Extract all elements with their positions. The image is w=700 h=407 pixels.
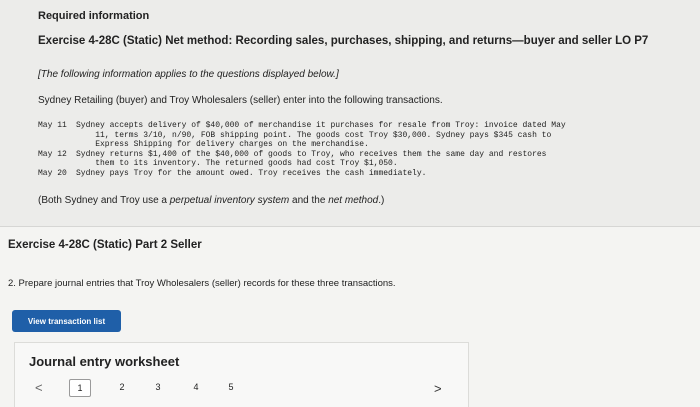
transaction-line: them to its inventory. The returned good… <box>76 159 398 169</box>
inventory-method-note: (Both Sydney and Troy use a perpetual in… <box>38 195 384 206</box>
transaction-line: Express Shipping for delivery charges on… <box>76 140 369 150</box>
page-4-button[interactable]: 4 <box>186 379 206 395</box>
exercise-title: Exercise 4-28C (Static) Net method: Reco… <box>38 35 649 47</box>
transaction-date: May 11 <box>38 121 67 130</box>
note-suffix: .) <box>378 195 385 206</box>
note-perpetual: perpetual inventory system <box>169 195 290 206</box>
part-title: Exercise 4-28C (Static) Part 2 Seller <box>8 239 202 251</box>
transaction-line: Sydney pays Troy for the amount owed. Tr… <box>76 168 427 178</box>
part-instruction: 2. Prepare journal entries that Troy Who… <box>8 278 396 289</box>
required-info-panel: Required information Exercise 4-28C (Sta… <box>0 0 700 227</box>
intro-text: Sydney Retailing (buyer) and Troy Wholes… <box>38 95 443 106</box>
transaction-may-12: May 12 Sydney returns $1,400 of the $40,… <box>38 150 668 169</box>
note-prefix: (Both Sydney and Troy use a <box>38 195 170 206</box>
transaction-may-11: May 11 Sydney accepts delivery of $40,00… <box>38 121 668 150</box>
transaction-may-20: May 20 Sydney pays Troy for the amount o… <box>38 169 668 179</box>
worksheet-pager: < 1 2 3 4 5 <box>15 377 468 399</box>
page-5-button[interactable]: 5 <box>221 379 241 395</box>
transaction-line: 11, terms 3/10, n/90, FOB shipping point… <box>76 130 552 140</box>
transaction-date: May 12 <box>38 149 67 159</box>
transactions-list: May 11 Sydney accepts delivery of $40,00… <box>38 121 668 179</box>
page-2-button[interactable]: 2 <box>112 379 132 395</box>
note-net-method: net method <box>328 195 379 206</box>
chevron-right-icon[interactable]: > <box>434 381 442 396</box>
page-1-button[interactable]: 1 <box>69 379 91 397</box>
note-middle: and the <box>289 195 329 206</box>
page-3-button[interactable]: 3 <box>148 379 168 395</box>
chevron-left-icon[interactable]: < <box>35 380 43 395</box>
transaction-line: Sydney returns $1,400 of the $40,000 of … <box>76 149 547 159</box>
required-heading: Required information <box>38 10 150 22</box>
worksheet-title: Journal entry worksheet <box>29 354 180 369</box>
journal-entry-worksheet: Journal entry worksheet < 1 2 3 4 5 <box>14 342 469 407</box>
transaction-date: May 20 <box>38 168 67 178</box>
transaction-line: Sydney accepts delivery of $40,000 of me… <box>76 121 566 130</box>
view-transaction-list-button[interactable]: View transaction list <box>12 310 121 332</box>
info-note: [The following information applies to th… <box>38 69 339 80</box>
